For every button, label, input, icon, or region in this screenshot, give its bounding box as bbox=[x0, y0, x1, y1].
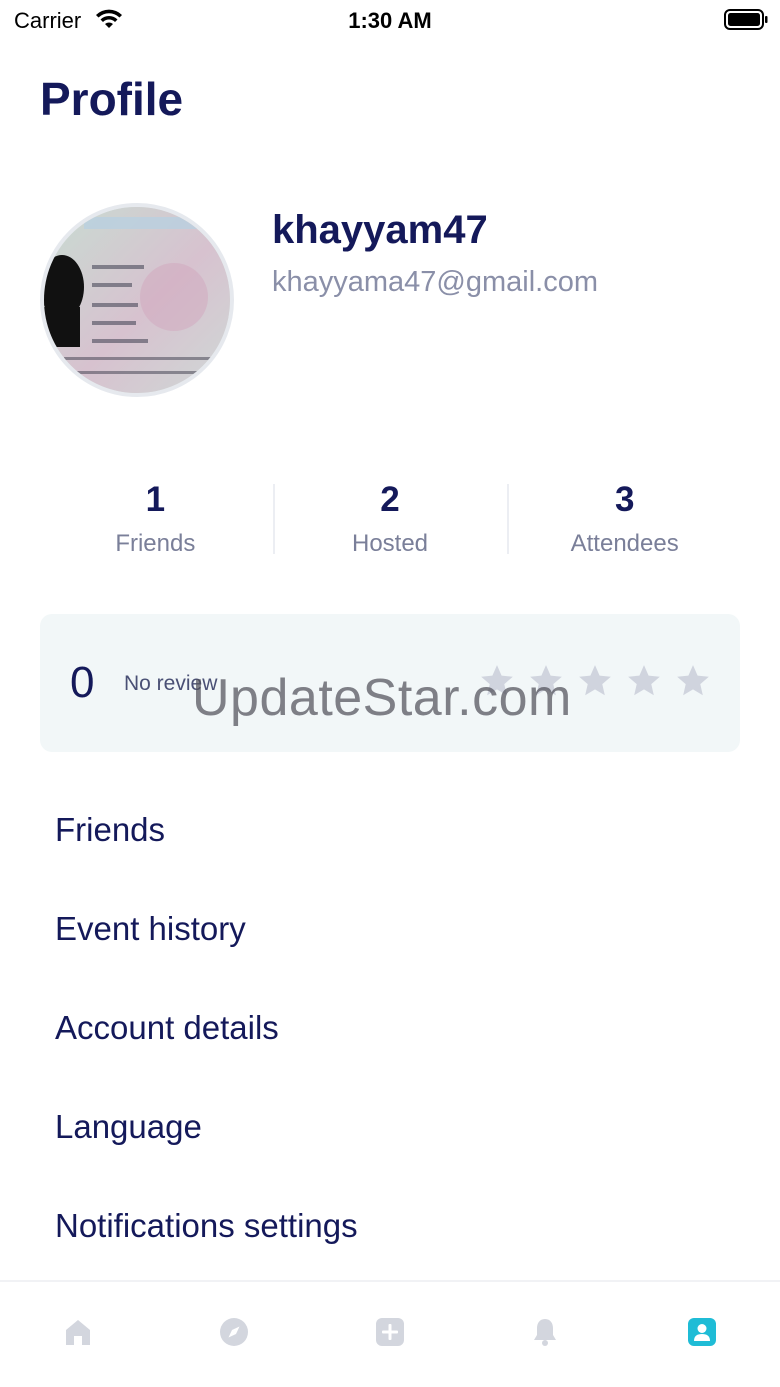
star-icon bbox=[579, 665, 611, 696]
page-title: Profile bbox=[40, 73, 184, 125]
stat-friends[interactable]: 1 Friends bbox=[38, 478, 273, 568]
stat-attendees[interactable]: 3 Attendees bbox=[507, 478, 742, 568]
menu-item-account-details[interactable]: Account details bbox=[0, 978, 780, 1077]
menu-item-event-history[interactable]: Event history bbox=[0, 879, 780, 978]
menu-item-language[interactable]: Language bbox=[0, 1077, 780, 1176]
stat-hosted[interactable]: 2 Hosted bbox=[272, 478, 508, 568]
tab-notifications[interactable] bbox=[529, 1316, 561, 1348]
home-icon bbox=[66, 1320, 90, 1345]
compass-icon bbox=[220, 1318, 248, 1346]
menu-item-notifications-settings[interactable]: Notifications settings bbox=[0, 1176, 780, 1275]
stat-label: Attendees bbox=[570, 530, 679, 557]
profile-icon bbox=[688, 1318, 716, 1346]
tab-create[interactable] bbox=[374, 1316, 406, 1348]
battery-icon bbox=[724, 9, 768, 30]
stats-row: 1 Friends 2 Hosted 3 Attendees bbox=[38, 478, 742, 568]
tab-explore[interactable] bbox=[218, 1316, 250, 1348]
profile-menu: Friends Event history Account details La… bbox=[0, 780, 780, 1275]
stat-value: 3 bbox=[614, 480, 635, 519]
tab-home[interactable] bbox=[62, 1316, 94, 1348]
avatar[interactable] bbox=[40, 203, 234, 397]
watermark: UpdateStar.com bbox=[192, 669, 572, 727]
tab-profile[interactable] bbox=[686, 1316, 718, 1348]
status-bar: Carrier 1:30 AM bbox=[0, 0, 780, 40]
star-icon bbox=[677, 665, 709, 696]
stat-value: 1 bbox=[145, 480, 166, 519]
stat-value: 2 bbox=[380, 480, 400, 519]
menu-item-friends[interactable]: Friends bbox=[0, 780, 780, 879]
stat-label: Hosted bbox=[351, 530, 429, 557]
email: khayyama47@gmail.com bbox=[272, 266, 599, 298]
add-icon bbox=[376, 1318, 404, 1346]
username: khayyam47 bbox=[272, 208, 488, 252]
clock: 1:30 AM bbox=[348, 8, 432, 33]
bell-icon bbox=[534, 1319, 556, 1346]
star-icon bbox=[628, 665, 660, 696]
tab-bar bbox=[0, 1280, 780, 1387]
avatar-image bbox=[44, 207, 230, 393]
stat-label: Friends bbox=[115, 530, 196, 557]
review-score: 0 bbox=[70, 658, 95, 707]
